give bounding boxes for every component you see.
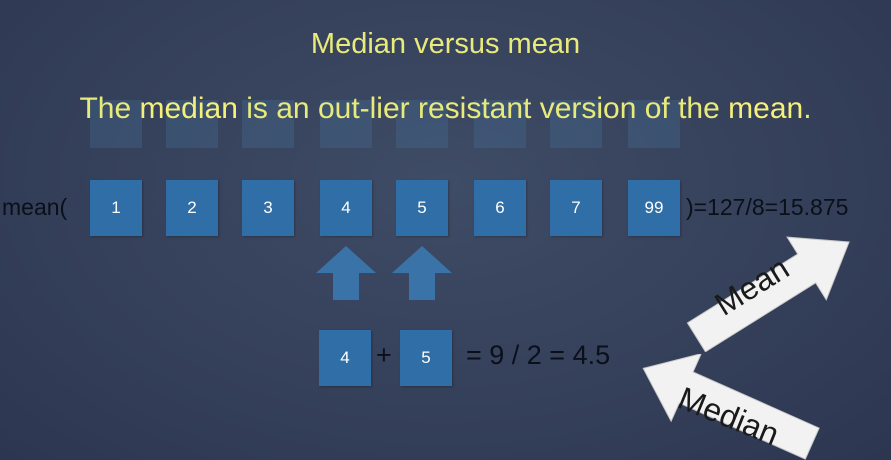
value-box: 2: [166, 180, 218, 236]
median-right-box: 5: [400, 330, 452, 386]
value-box: 7: [550, 180, 602, 236]
subtitle-text: .: [803, 92, 812, 125]
subtitle-highlight-median: median: [139, 92, 238, 125]
up-arrow-icon: [392, 246, 452, 300]
subtitle-text: is an out-lier resistant version of the: [237, 92, 729, 125]
value-box: 6: [474, 180, 526, 236]
median-result: = 9 / 2 = 4.5: [466, 340, 611, 370]
slide-subtitle: The median is an out-lier resistant vers…: [0, 92, 891, 126]
up-arrow-icon: [316, 246, 376, 300]
median-left-box: 4: [319, 330, 371, 386]
subtitle-text: The: [79, 92, 140, 125]
value-box: 4: [320, 180, 372, 236]
mean-result: )=127/8=15.875: [686, 194, 849, 220]
value-box: 3: [242, 180, 294, 236]
slide: Median versus mean The median is an out-…: [0, 0, 891, 460]
subtitle-highlight-mean: mean: [728, 92, 804, 125]
mean-function-label: mean(: [2, 194, 68, 220]
slide-title: Median versus mean: [310, 28, 581, 60]
value-box: 5: [396, 180, 448, 236]
plus-sign: +: [376, 340, 392, 370]
value-box: 1: [90, 180, 142, 236]
